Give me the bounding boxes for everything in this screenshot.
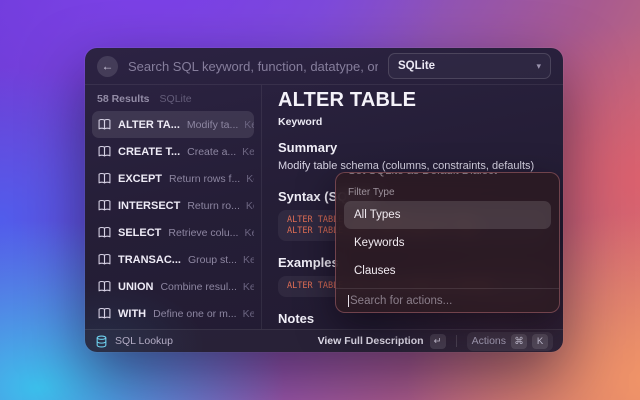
footer-divider <box>456 335 457 347</box>
item-accessory: Keywo... <box>240 200 254 212</box>
actions-button[interactable]: Actions ⌘ K <box>467 332 553 351</box>
list-item[interactable]: TRANSAC... Group st... Keywo... <box>92 246 254 273</box>
item-title: WITH <box>118 308 146 320</box>
list-item[interactable]: SELECT Retrieve colu... Keywo... <box>92 219 254 246</box>
actions-search-row <box>336 289 559 312</box>
item-accessory: Keywo... <box>236 146 254 158</box>
item-subtitle: Return rows f... <box>169 173 240 185</box>
item-subtitle: Group st... <box>188 254 237 266</box>
app-name: SQL Lookup <box>115 335 173 347</box>
book-icon <box>98 145 111 158</box>
cmd-key-badge: ⌘ <box>511 334 527 349</box>
item-title: SELECT <box>118 227 161 239</box>
item-accessory: Keywo... <box>238 119 254 131</box>
item-title: EXCEPT <box>118 173 162 185</box>
book-icon <box>98 307 111 320</box>
filter-option-all-types[interactable]: All Types <box>344 201 551 229</box>
item-title: TRANSAC... <box>118 254 181 266</box>
actions-popup: Set SQLite as Default Dialect Filter Typ… <box>335 172 560 313</box>
text-caret <box>348 295 349 307</box>
actions-search-input[interactable] <box>350 295 547 307</box>
actions-label: Actions <box>472 335 506 347</box>
k-key-badge: K <box>532 334 548 349</box>
list-item[interactable]: WITH Define one or m... Keywo... <box>92 300 254 327</box>
book-icon <box>98 172 111 185</box>
item-subtitle: Return ro... <box>187 200 240 212</box>
enter-key-badge: ↵ <box>430 334 446 349</box>
sql-lookup-window: ← SQLite ▾ 58 Results SQLite ALTER TA...… <box>85 48 563 352</box>
item-title: UNION <box>118 281 153 293</box>
filter-option-keywords[interactable]: Keywords <box>344 229 551 257</box>
dialect-dropdown[interactable]: SQLite ▾ <box>388 53 551 79</box>
book-icon <box>98 226 111 239</box>
item-subtitle: Create a... <box>187 146 236 158</box>
results-scope: SQLite <box>160 93 192 105</box>
list-item[interactable]: ALTER TA... Modify ta... Keywo... <box>92 111 254 138</box>
item-title: INTERSECT <box>118 200 180 212</box>
detail-type-badge: Keyword <box>278 116 547 128</box>
list-item[interactable]: CREATE T... Create a... Keywo... <box>92 138 254 165</box>
item-accessory: Keywo... <box>237 308 254 320</box>
view-full-description-button[interactable]: View Full Description <box>318 335 424 347</box>
book-icon <box>98 199 111 212</box>
search-input[interactable] <box>128 59 378 74</box>
chevron-down-icon: ▾ <box>536 61 541 72</box>
book-icon <box>98 118 111 131</box>
item-subtitle: Modify ta... <box>187 119 238 131</box>
search-header: ← SQLite ▾ <box>85 48 563 85</box>
footer-bar: SQL Lookup View Full Description ↵ Actio… <box>85 329 563 352</box>
item-accessory: Keywo... <box>238 227 254 239</box>
item-accessory: Keywo... <box>237 254 254 266</box>
item-subtitle: Retrieve colu... <box>168 227 238 239</box>
item-title: ALTER TA... <box>118 119 180 131</box>
book-icon <box>98 253 111 266</box>
list-item[interactable]: UNION Combine resul... Keywo... <box>92 273 254 300</box>
results-count: 58 Results <box>97 93 150 105</box>
detail-title: ALTER TABLE <box>278 89 547 112</box>
filter-type-section-label: Filter Type <box>348 187 547 198</box>
list-header: 58 Results SQLite <box>92 90 254 111</box>
item-accessory: Keywo... <box>240 173 254 185</box>
item-subtitle: Combine resul... <box>160 281 236 293</box>
item-accessory: Keywo... <box>237 281 254 293</box>
book-icon <box>98 280 111 293</box>
back-button[interactable]: ← <box>97 56 118 77</box>
filter-option-clauses[interactable]: Clauses <box>344 257 551 285</box>
dialect-value: SQLite <box>398 60 435 72</box>
database-icon <box>95 335 108 348</box>
item-subtitle: Define one or m... <box>153 308 236 320</box>
list-item[interactable]: INTERSECT Return ro... Keywo... <box>92 192 254 219</box>
summary-text: Modify table schema (columns, constraint… <box>278 159 547 173</box>
arrow-left-icon: ← <box>102 59 114 73</box>
clipped-action-item[interactable]: Set SQLite as Default Dialect <box>336 173 559 181</box>
item-title: CREATE T... <box>118 146 180 158</box>
summary-heading: Summary <box>278 140 547 155</box>
list-item[interactable]: EXCEPT Return rows f... Keywo... <box>92 165 254 192</box>
results-list: 58 Results SQLite ALTER TA... Modify ta.… <box>85 85 262 329</box>
